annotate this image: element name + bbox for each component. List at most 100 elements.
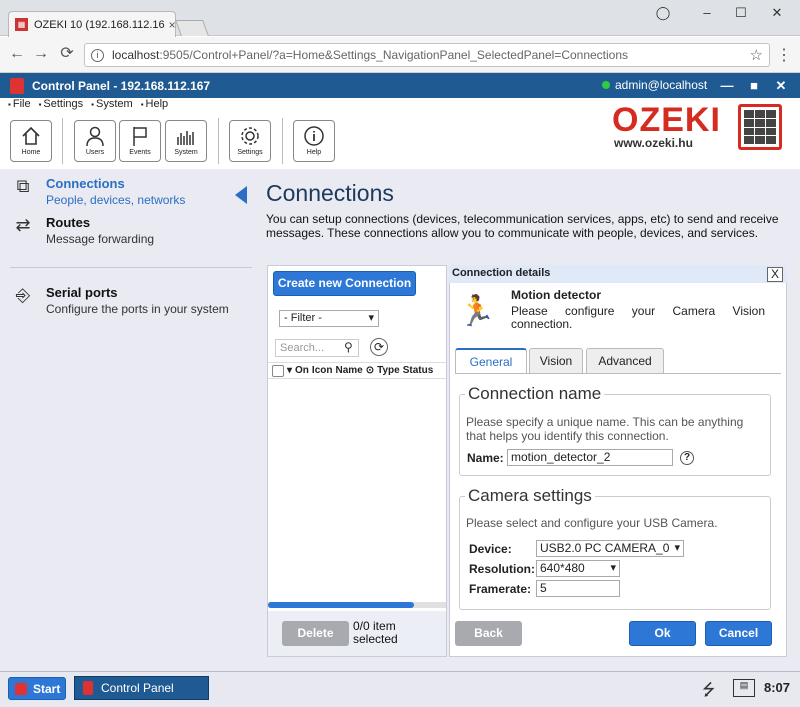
tab-general[interactable]: General — [455, 348, 527, 374]
usb-icon[interactable]: ⭍ — [702, 679, 715, 706]
connection-type-name: Motion detector — [511, 288, 601, 302]
nav-item-connections[interactable]: ⧉ Connections People, devices, networks — [10, 176, 186, 207]
nav-item-serial-ports[interactable]: ⎆ Serial ports Configure the ports in you… — [10, 285, 229, 316]
table-header: ▾ On Icon Name ⊙ Type Status — [268, 362, 446, 379]
selection-info: 0/0 item selected — [353, 620, 398, 646]
nav-divider — [10, 267, 252, 268]
details-close-button[interactable]: X — [767, 267, 783, 282]
user-icon — [86, 126, 104, 147]
serial-port-icon: ⎆ — [15, 285, 31, 305]
system-button[interactable]: System — [165, 120, 207, 162]
filter-select[interactable]: - Filter - — [279, 310, 379, 327]
site-info-icon[interactable]: i — [91, 48, 104, 62]
tab-advanced[interactable]: Advanced — [586, 348, 664, 373]
device-label: Device: — [469, 542, 512, 556]
settings-label: Settings — [237, 149, 263, 156]
toolbar-separator — [218, 118, 219, 164]
events-label: Events — [129, 149, 151, 156]
ozeki-favicon-icon: ▦ — [15, 18, 28, 31]
window-maximize-button[interactable]: ☐ — [730, 5, 752, 21]
help-button[interactable]: Help — [293, 120, 335, 162]
ok-button[interactable]: Ok — [629, 621, 696, 646]
window-close-button[interactable]: ✕ — [766, 5, 788, 21]
profile-icon[interactable]: ◯ — [652, 5, 674, 21]
nav-subtitle: Configure the ports in your system — [46, 302, 229, 316]
control-panel-icon — [83, 681, 93, 695]
nav-title: Connections — [46, 176, 125, 191]
select-all-checkbox[interactable] — [272, 364, 284, 377]
new-tab-button[interactable] — [175, 20, 209, 36]
nav-title: Routes — [46, 215, 91, 230]
cancel-button[interactable]: Cancel — [705, 621, 772, 646]
url-path: :9505/Control+Panel/?a=Home&Settings_Nav… — [159, 48, 629, 62]
reload-button[interactable]: ⟳ — [58, 45, 76, 63]
col-icon[interactable]: Icon — [312, 365, 333, 376]
settings-button[interactable]: Settings — [229, 120, 271, 162]
app-minimize-button[interactable]: — — [718, 77, 736, 95]
ozeki-app-icon — [10, 77, 24, 94]
framerate-input[interactable]: 5 — [536, 580, 620, 597]
col-on[interactable]: On — [295, 365, 309, 376]
connection-type-description: Please configure your Camera Vision conn… — [511, 304, 765, 331]
help-icon[interactable]: ? — [680, 451, 694, 465]
framerate-label: Framerate: — [469, 582, 532, 596]
app-close-button[interactable]: ✕ — [772, 77, 790, 95]
name-input[interactable]: motion_detector_2 — [507, 449, 673, 466]
connections-icon: ⧉ — [16, 176, 30, 196]
col-type[interactable]: Type — [377, 365, 400, 376]
col-status[interactable]: Status — [403, 365, 434, 376]
scrollbar-thumb[interactable] — [268, 602, 414, 608]
name-label: Name: — [467, 451, 504, 465]
help-label: Help — [306, 149, 322, 156]
selection-label: selected — [353, 632, 398, 646]
nav-subtitle: People, devices, networks — [46, 193, 186, 207]
url-bar[interactable]: i localhost:9505/Control+Panel/?a=Home&S… — [84, 43, 770, 67]
home-icon — [22, 126, 40, 145]
device-select[interactable]: USB2.0 PC CAMERA_0 — [536, 540, 684, 557]
monitor-icon[interactable]: ▤ — [733, 679, 755, 697]
camera-settings-hint: Please select and configure your USB Cam… — [466, 516, 718, 530]
col-name[interactable]: Name — [335, 365, 362, 376]
back-button[interactable]: Back — [455, 621, 522, 646]
app-title: Control Panel - 192.168.112.167 — [32, 78, 211, 93]
details-header: Connection details — [449, 265, 787, 283]
window-minimize-button[interactable]: – — [696, 5, 718, 21]
toolbar-separator — [282, 118, 283, 164]
system-label: System — [174, 149, 198, 156]
bookmark-star-icon[interactable]: ☆ — [750, 46, 763, 64]
camera-settings-legend: Camera settings — [465, 486, 595, 506]
refresh-icon[interactable]: ⟳ — [370, 338, 388, 356]
browser-menu-icon[interactable]: ⋮ — [776, 45, 792, 64]
menu-settings[interactable]: Settings — [39, 98, 83, 115]
events-button[interactable]: Events — [119, 120, 161, 162]
home-button[interactable]: Home — [10, 120, 52, 162]
browser-tab[interactable]: ▦ OZEKI 10 (192.168.112.16 × — [8, 11, 176, 37]
users-button[interactable]: Users — [74, 120, 116, 162]
page-description: You can setup connections (devices, tele… — [266, 212, 779, 240]
taskbar-app-label: Control Panel — [101, 681, 174, 695]
nav-item-routes[interactable]: ⇄ Routes Message forwarding — [10, 215, 154, 246]
start-button[interactable]: Start — [8, 677, 66, 700]
menu-help[interactable]: Help — [141, 98, 169, 115]
resolution-select[interactable]: 640*480 — [536, 560, 620, 577]
sort-chevron-icon[interactable]: ▾ — [287, 365, 292, 376]
search-icon[interactable]: ⚲ — [344, 340, 353, 354]
back-button[interactable]: ← — [8, 45, 26, 63]
delete-button[interactable]: Delete — [282, 621, 349, 646]
app-maximize-button[interactable]: ■ — [745, 77, 763, 95]
sort-circle-icon[interactable]: ⊙ — [366, 365, 374, 376]
user-status[interactable]: admin@localhost — [602, 78, 707, 92]
users-label: Users — [85, 149, 105, 156]
toolbar-separator — [62, 118, 63, 164]
create-connection-button[interactable]: Create new Connection — [273, 271, 416, 296]
menu-system[interactable]: System — [91, 98, 133, 115]
selected-arrow-icon — [235, 186, 247, 204]
resolution-label: Resolution: — [469, 562, 535, 576]
tab-vision[interactable]: Vision — [529, 348, 583, 373]
forward-button[interactable]: → — [32, 45, 50, 63]
flag-icon — [133, 127, 147, 146]
page-title: Connections — [266, 180, 394, 206]
taskbar-app-control-panel[interactable]: Control Panel — [74, 676, 209, 700]
menu-file[interactable]: File — [8, 98, 31, 115]
user-name: admin@localhost — [615, 78, 708, 92]
